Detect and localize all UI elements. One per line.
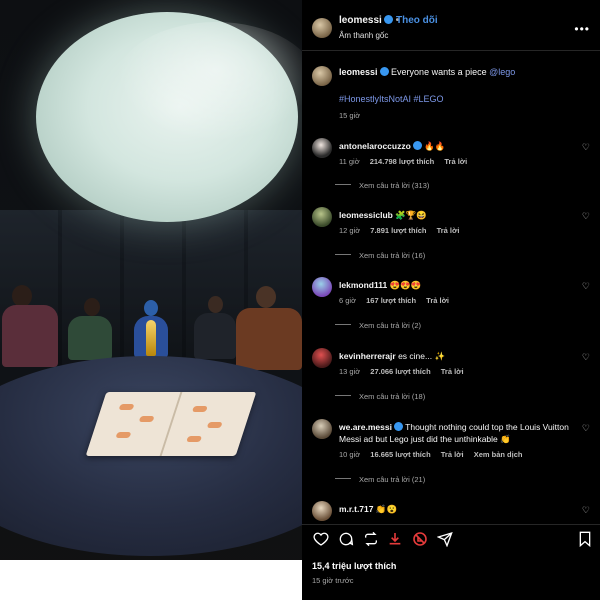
caption-avatar[interactable]	[312, 66, 332, 86]
view-replies-button[interactable]: Xem câu trả lời (21)	[335, 475, 425, 484]
trophy	[146, 320, 156, 356]
comment-meta: 10 giờ 16.665 lượt thích Trả lời Xem bản…	[339, 450, 530, 459]
bookmark-icon[interactable]	[576, 530, 594, 548]
comment-body: 👏😮	[375, 504, 398, 514]
comment-time: 6 giờ	[339, 296, 357, 305]
total-likes[interactable]: 15,4 triệu lượt thích	[312, 561, 396, 571]
comment-meta: 11 giờ 214.798 lượt thích Trả lời	[339, 157, 475, 166]
download-icon[interactable]	[386, 530, 404, 548]
comment-like-heart-icon[interactable]: ♡	[582, 142, 590, 153]
verified-badge-icon	[412, 141, 422, 150]
comment-avatar[interactable]	[312, 501, 332, 521]
post-caption: leomessi Everyone wants a piece @lego	[339, 67, 579, 77]
comment-avatar[interactable]	[312, 348, 332, 368]
reply-button[interactable]: Trả lời	[441, 450, 464, 459]
share-icon[interactable]	[436, 530, 454, 548]
comment-like-heart-icon[interactable]: ♡	[582, 211, 590, 222]
comment-body: es cine... ✨	[398, 351, 446, 361]
heart-icon[interactable]	[312, 530, 330, 548]
comment-likes[interactable]: 16.665 lượt thích	[370, 450, 430, 459]
remix-icon[interactable]	[411, 530, 429, 548]
comment-likes[interactable]: 167 lượt thích	[366, 296, 416, 305]
reply-button[interactable]: Trả lời	[426, 296, 449, 305]
comment-time: 13 giờ	[339, 367, 361, 376]
reply-button[interactable]: Trả lời	[437, 226, 460, 235]
comment-like-heart-icon[interactable]: ♡	[582, 352, 590, 363]
ceiling-skylight	[36, 12, 302, 222]
comment-avatar[interactable]	[312, 277, 332, 297]
view-replies-button[interactable]: Xem câu trả lời (18)	[335, 392, 425, 401]
reply-button[interactable]: Trả lời	[444, 157, 467, 166]
see-translation-button[interactable]: Xem bản dịch	[474, 450, 523, 459]
repost-icon[interactable]	[362, 530, 380, 548]
comment-likes[interactable]: 214.798 lượt thích	[370, 157, 435, 166]
post-panel: leomessi • Theo dõi Âm thanh gốc ••• leo…	[302, 0, 600, 600]
verified-badge-icon	[383, 15, 393, 24]
caption-mention[interactable]: @lego	[489, 67, 515, 77]
caption-hashtags[interactable]: #HonestlyItsNotAI #LEGO	[339, 94, 444, 104]
comment-username[interactable]: m.r.t.717	[339, 504, 374, 514]
more-options-icon[interactable]: •••	[574, 22, 590, 36]
post-media[interactable]	[0, 0, 302, 600]
view-replies-button[interactable]: Xem câu trả lời (313)	[335, 181, 429, 190]
comment-meta: 6 giờ 167 lượt thích Trả lời	[339, 296, 457, 305]
comment-meta: 13 giờ 27.066 lượt thích Trả lời	[339, 367, 472, 376]
comment-username[interactable]: kevinherrerajr	[339, 351, 396, 361]
verified-badge-icon	[379, 67, 389, 76]
verified-badge-icon	[393, 422, 403, 431]
actions-divider	[302, 524, 600, 525]
comment-like-heart-icon[interactable]: ♡	[582, 281, 590, 292]
comment-username[interactable]: we.are.messi	[339, 422, 392, 432]
caption-username[interactable]: leomessi	[339, 67, 378, 77]
header-divider	[302, 50, 600, 51]
view-replies-button[interactable]: Xem câu trả lời (16)	[335, 251, 425, 260]
reply-button[interactable]: Trả lời	[441, 367, 464, 376]
view-replies-button[interactable]: Xem câu trả lời (2)	[335, 321, 421, 330]
comment-like-heart-icon[interactable]: ♡	[582, 505, 590, 516]
follow-button[interactable]: Theo dõi	[396, 15, 438, 26]
lego-instruction-book	[85, 392, 257, 456]
author-username[interactable]: leomessi •	[339, 15, 399, 26]
comment-time: 10 giờ	[339, 450, 361, 459]
caption-time: 15 giờ	[339, 111, 361, 120]
comment-time: 11 giờ	[339, 157, 360, 166]
comment-body: 🧩🏆😆	[395, 210, 427, 220]
author-avatar[interactable]	[312, 18, 332, 38]
caption-text: Everyone wants a piece	[391, 67, 487, 77]
comment-avatar[interactable]	[312, 207, 332, 227]
comment-avatar[interactable]	[312, 419, 332, 439]
comment-body: 🔥🔥	[424, 141, 446, 151]
post-time-ago: 15 giờ trước	[312, 576, 354, 585]
comment-time: 12 giờ	[339, 226, 361, 235]
comment-likes[interactable]: 27.066 lượt thích	[370, 367, 430, 376]
action-bar	[312, 530, 594, 550]
comment-username[interactable]: lekmond111	[339, 280, 387, 290]
comment-username[interactable]: leomessiclub	[339, 210, 393, 220]
comment-avatar[interactable]	[312, 138, 332, 158]
comment-like-heart-icon[interactable]: ♡	[582, 423, 590, 434]
comment-icon[interactable]	[337, 530, 355, 548]
comment-likes[interactable]: 7.891 lượt thích	[370, 226, 426, 235]
comment-username[interactable]: antonelaroccuzzo	[339, 141, 411, 151]
audio-label[interactable]: Âm thanh gốc	[339, 31, 388, 40]
comment-meta: 12 giờ 7.891 lượt thích Trả lời	[339, 226, 467, 235]
round-table	[0, 356, 302, 556]
comment-body: 😍😍😍	[389, 280, 422, 290]
